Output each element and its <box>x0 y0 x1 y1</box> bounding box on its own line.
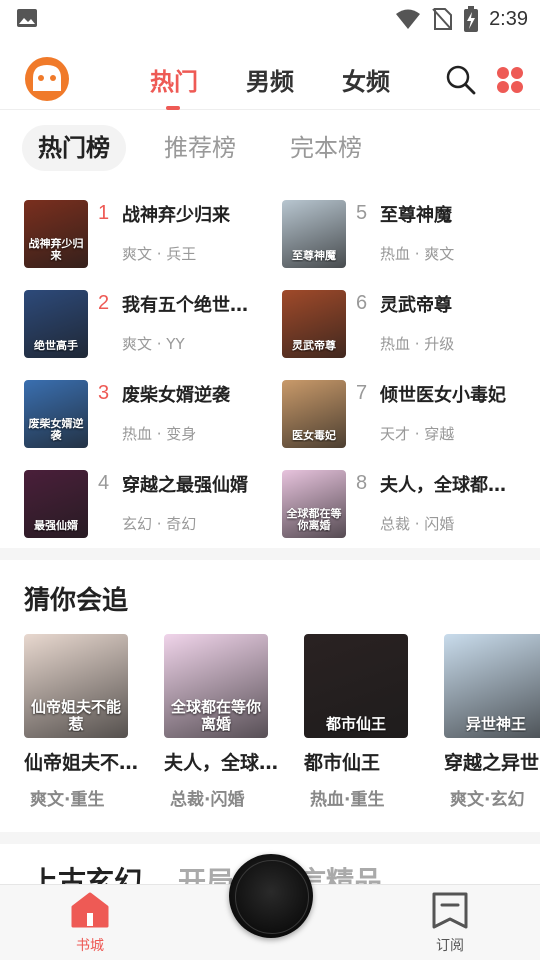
rank-number: 7 <box>356 382 368 404</box>
book-title: 夫人，全球… <box>164 752 279 774</box>
tab-female[interactable]: 女频 <box>342 62 390 102</box>
cover-art-text: 最强仙婿 <box>34 519 78 532</box>
rank-tab-recommended[interactable]: 推荐榜 <box>148 125 252 171</box>
rank-list-item[interactable]: 废柴女婿逆袭 3 废柴女婿逆袭 热血 · 变身 <box>24 380 274 448</box>
rank-list-item[interactable]: 绝世高手 2 我有五个绝世… 爽文 · YY <box>24 290 274 358</box>
book-title: 仙帝姐夫不… <box>24 752 139 774</box>
book-title: 废柴女婿逆袭 <box>122 385 230 406</box>
rank-tab-hot[interactable]: 热门榜 <box>22 125 126 171</box>
rank-list-item[interactable]: 灵武帝尊 6 灵武帝尊 热血 · 升级 <box>282 290 532 358</box>
book-title: 穿越之最强仙婿 <box>122 475 248 496</box>
book-tags: 爽文·重生 <box>30 790 105 810</box>
top-nav: 热门 男频 女频 <box>0 48 540 110</box>
cover-art-text: 都市仙王 <box>325 715 386 732</box>
book-tags: 爽文 · 兵王 <box>122 245 197 263</box>
nav-bookstore-label: 书城 <box>76 938 104 954</box>
rank-number: 2 <box>98 292 110 314</box>
rank-list-item[interactable]: 至尊神魔 5 至尊神魔 热血 · 爽文 <box>282 200 532 268</box>
cover-art-text: 废柴女婿逆袭 <box>28 417 84 442</box>
search-icon[interactable] <box>446 65 476 95</box>
cover-art-text: 异世神王 <box>465 715 526 732</box>
book-title: 夫人，全球都… <box>380 475 506 496</box>
no-sim-icon <box>432 8 453 30</box>
book-cover: 仙帝姐夫不能惹 <box>24 634 128 738</box>
rank-number: 8 <box>356 472 368 494</box>
book-cover: 废柴女婿逆袭 <box>24 380 88 448</box>
book-cover: 异世神王 <box>444 634 540 738</box>
book-cover: 全球都在等你离婚 <box>282 470 346 538</box>
rank-number: 5 <box>356 202 368 224</box>
guess-book-card[interactable]: 仙帝姐夫不能惹仙帝姐夫不… 爽文·重生 <box>24 634 144 810</box>
book-title: 战神弃少归来 <box>122 205 230 226</box>
cover-art-text: 至尊神魔 <box>292 249 336 262</box>
guess-section-title: 猜你会追 <box>24 586 129 616</box>
book-tags: 热血 · 升级 <box>380 335 455 353</box>
nav-subscription[interactable]: 订阅 <box>420 891 480 955</box>
book-cover: 全球都在等你离婚 <box>164 634 268 738</box>
book-cover: 都市仙王 <box>304 634 408 738</box>
guess-book-card[interactable]: 都市仙王 都市仙王 热血·重生 <box>304 634 424 810</box>
cover-art-text: 战神弃少归来 <box>28 237 84 262</box>
nav-subscription-label: 订阅 <box>436 938 464 954</box>
center-play-button[interactable] <box>229 854 313 938</box>
rank-list-item[interactable]: 战神弃少归来 1 战神弃少归来 爽文 · 兵王 <box>24 200 274 268</box>
clock: 2:39 <box>489 7 528 30</box>
book-cover: 最强仙婿 <box>24 470 88 538</box>
rank-tabs: 热门榜 推荐榜 完本榜 <box>22 125 378 171</box>
battery-charging-icon <box>464 6 479 32</box>
rank-list-item[interactable]: 医女毒妃 7 倾世医女小毒妃 天才 · 穿越 <box>282 380 532 448</box>
book-tags: 玄幻 · 奇幻 <box>122 515 197 533</box>
book-tags: 热血 · 变身 <box>122 425 197 443</box>
cover-art-text: 医女毒妃 <box>292 429 336 442</box>
cover-art-text: 仙帝姐夫不能惹 <box>30 699 121 732</box>
book-title: 至尊神魔 <box>380 205 452 226</box>
book-tags: 热血 · 爽文 <box>380 245 455 263</box>
channel-tabs: 热门 男频 女频 <box>150 62 390 110</box>
rank-number: 1 <box>98 202 110 224</box>
cover-art-text: 全球都在等你离婚 <box>170 699 261 732</box>
cover-art-text: 灵武帝尊 <box>292 339 336 352</box>
cover-art-text: 全球都在等你离婚 <box>286 507 342 532</box>
rank-number: 3 <box>98 382 110 404</box>
book-tags: 天才 · 穿越 <box>380 425 455 443</box>
book-cover: 至尊神魔 <box>282 200 346 268</box>
book-cover: 灵武帝尊 <box>282 290 346 358</box>
wifi-icon <box>396 9 421 29</box>
section-divider <box>0 548 540 560</box>
book-tags: 总裁 · 闪婚 <box>380 515 455 533</box>
book-cover: 医女毒妃 <box>282 380 346 448</box>
nav-bookstore[interactable]: 书城 <box>60 891 120 955</box>
book-title: 我有五个绝世… <box>122 295 248 316</box>
book-tags: 热血·重生 <box>310 790 385 810</box>
book-cover: 绝世高手 <box>24 290 88 358</box>
image-notification-icon <box>17 9 37 27</box>
cover-art-text: 绝世高手 <box>34 339 78 352</box>
book-tags: 总裁·闪婚 <box>170 790 245 810</box>
section-divider <box>0 832 540 844</box>
bookstore-icon <box>71 892 109 928</box>
book-tags: 爽文·玄幻 <box>450 790 525 810</box>
book-title: 灵武帝尊 <box>380 295 452 316</box>
guess-book-card[interactable]: 全球都在等你离婚夫人，全球… 总裁·闪婚 <box>164 634 284 810</box>
book-title: 都市仙王 <box>304 752 381 774</box>
rank-list-item[interactable]: 最强仙婿 4 穿越之最强仙婿 玄幻 · 奇幻 <box>24 470 274 538</box>
book-cover: 战神弃少归来 <box>24 200 88 268</box>
book-tags: 爽文 · YY <box>122 335 185 353</box>
rank-number: 6 <box>356 292 368 314</box>
bookmark-icon <box>432 892 468 929</box>
guess-book-card[interactable]: 异世神王穿越之异世爽文·玄幻 <box>444 634 540 810</box>
app-logo-icon[interactable] <box>24 56 70 102</box>
tab-hot[interactable]: 热门 <box>150 62 198 110</box>
book-title: 穿越之异世 <box>444 752 540 774</box>
status-bar: 2:39 <box>0 0 540 38</box>
app-root: 2:39 热门 男频 女频 热门榜 推荐榜 完本榜 战神弃少归来 1 战神弃少归… <box>0 0 540 960</box>
rank-number: 4 <box>98 472 110 494</box>
tab-male[interactable]: 男频 <box>246 62 294 102</box>
book-title: 倾世医女小毒妃 <box>380 385 506 406</box>
rank-list-item[interactable]: 全球都在等你离婚 8 夫人，全球都… 总裁 · 闪婚 <box>282 470 532 538</box>
rank-tab-completed[interactable]: 完本榜 <box>274 125 378 171</box>
grid-menu-icon[interactable] <box>496 66 524 94</box>
